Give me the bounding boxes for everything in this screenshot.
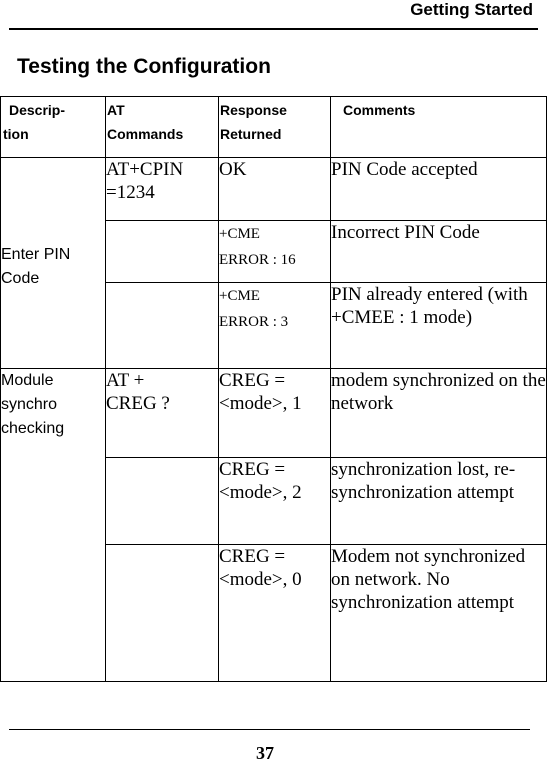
description-line: synchro: [1, 396, 58, 413]
response-cell: +CME ERROR : 3: [218, 282, 331, 369]
command-cell: AT+CPIN =1234: [105, 157, 219, 221]
running-header: Getting Started: [410, 0, 533, 19]
command-cell: AT + CREG ?: [105, 368, 219, 458]
response-line: +CME: [219, 226, 260, 242]
comment-cell: synchronization lost, re-synchronization…: [330, 457, 547, 545]
header-line: Commands: [107, 126, 184, 142]
header-line: Response: [220, 102, 287, 118]
description-line: Module: [1, 372, 54, 389]
column-header-response: Response Returned: [218, 96, 331, 158]
table-header-row: Descrip- tion AT Commands Response Retur…: [0, 96, 547, 158]
at-commands-table: Descrip- tion AT Commands Response Retur…: [0, 96, 547, 682]
command-cell-empty: [105, 457, 219, 545]
response-line: <mode>, 1: [219, 393, 302, 414]
section-title: Testing the Configuration: [17, 55, 271, 78]
response-line: <mode>, 2: [219, 482, 302, 503]
command-line: AT+CPIN: [106, 159, 184, 180]
response-line: +CME: [219, 288, 260, 304]
command-line: AT +: [106, 370, 145, 391]
description-cell: Enter PIN Code: [0, 157, 106, 369]
response-line: CREG =: [219, 459, 286, 480]
response-cell: CREG = <mode>, 2: [218, 457, 331, 545]
column-header-comments: Comments: [330, 96, 547, 158]
response-line: <mode>, 0: [219, 569, 302, 590]
response-cell: +CME ERROR : 16: [218, 220, 331, 283]
response-line: ERROR : 3: [219, 314, 289, 330]
column-header-description: Descrip- tion: [0, 96, 106, 158]
response-line: OK: [219, 159, 247, 180]
column-header-at-commands: AT Commands: [105, 96, 219, 158]
header-line: Returned: [220, 126, 282, 142]
comment-cell: Incorrect PIN Code: [330, 220, 547, 283]
command-cell-empty: [105, 220, 219, 283]
description-cell: Module synchro checking: [0, 368, 106, 682]
command-cell-empty: [105, 282, 219, 369]
response-line: CREG =: [219, 370, 286, 391]
header-rule: [9, 28, 538, 30]
table-row: Module synchro checking AT + CREG ? CREG…: [0, 368, 547, 682]
header-line: Comments: [343, 102, 416, 118]
response-line: CREG =: [219, 546, 286, 567]
description-line: checking: [1, 420, 65, 437]
response-cell: OK: [218, 157, 331, 221]
comment-cell: PIN already entered (with +CMEE : 1 mode…: [330, 282, 547, 369]
footer-rule: [9, 729, 530, 730]
header-line: AT: [107, 102, 125, 118]
description-line: Enter PIN: [1, 246, 71, 263]
response-line: ERROR : 16: [219, 252, 296, 268]
response-cell: CREG = <mode>, 0: [218, 544, 331, 682]
command-cell-empty: [105, 544, 219, 682]
page-number: 37: [256, 743, 274, 763]
command-line: CREG ?: [106, 393, 170, 414]
command-line: =1234: [106, 182, 155, 203]
description-line: Code: [1, 270, 40, 287]
response-cell: CREG = <mode>, 1: [218, 368, 331, 458]
comment-cell: Modem not synchronized on network. No sy…: [330, 544, 547, 682]
comment-cell: PIN Code accepted: [330, 157, 547, 221]
header-line: Descrip-: [9, 102, 66, 118]
comment-cell: modem synchronized on the network: [330, 368, 547, 458]
table-row: Enter PIN Code AT+CPIN =1234 OK PIN Code…: [0, 157, 547, 369]
header-line: tion: [3, 126, 29, 142]
